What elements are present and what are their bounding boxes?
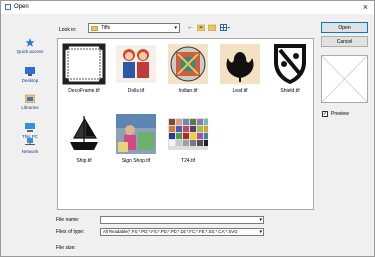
preview-label: Preview <box>331 111 349 117</box>
filename-input[interactable]: ▾ <box>100 216 264 224</box>
shield-thumbnail <box>274 44 306 84</box>
place-quick-access[interactable]: Quick access <box>9 38 51 62</box>
network-icon <box>25 138 35 145</box>
filetype-label: Files of type: <box>56 229 85 235</box>
open-button[interactable]: Open <box>321 22 368 33</box>
file-item-ship[interactable]: Ship.tif <box>58 112 110 172</box>
folder-icon <box>91 26 98 31</box>
chevron-down-icon[interactable]: ▾ <box>259 229 262 235</box>
chevron-down-icon[interactable]: ▾ <box>174 25 177 31</box>
place-network[interactable]: Network <box>9 138 51 162</box>
star-icon <box>25 38 35 47</box>
file-name: T24.tif <box>181 158 195 164</box>
decoframe-thumbnail <box>62 43 106 85</box>
file-item-sign-shop[interactable]: Sign Shop.tif <box>110 112 162 172</box>
filetype-select[interactable]: All Readable(*.FS;*.PD;*.FS;*.PD;*.PD;*.… <box>100 228 264 236</box>
filename-label: File name: <box>56 217 80 223</box>
filetype-value: All Readable(*.FS;*.PD;*.FS;*.PD;*.PD;*.… <box>103 229 238 234</box>
open-dialog: Open × Look in: Tiffs ▾ ← Quick access D… <box>0 0 375 257</box>
places-bar: Quick access Desktop Libraries This PC N… <box>9 38 51 238</box>
desktop-icon <box>25 67 35 76</box>
file-item-decoframe[interactable]: DecoFrame.tif <box>58 42 110 102</box>
libraries-icon <box>25 94 35 103</box>
file-item-indian[interactable]: Indian.tif <box>162 42 214 102</box>
up-folder-icon[interactable] <box>197 24 205 31</box>
sign-shop-thumbnail <box>116 114 156 154</box>
lookin-value: Tiffs <box>101 25 111 31</box>
computer-icon <box>25 123 35 132</box>
file-name: Dolls.tif <box>127 88 145 94</box>
file-item-shield[interactable]: Shield.tif <box>264 42 316 102</box>
file-name: Indian.tif <box>178 88 198 94</box>
file-item-leaf[interactable]: Leaf.tif <box>214 42 266 102</box>
preview-pane <box>321 55 368 103</box>
place-label: Desktop <box>21 78 39 83</box>
file-name: DecoFrame.tif <box>68 88 100 94</box>
app-icon <box>5 4 11 10</box>
file-item-dolls[interactable]: Dolls.tif <box>110 42 162 102</box>
lookin-combo[interactable]: Tiffs ▾ <box>88 23 180 33</box>
indian-thumbnail <box>168 44 208 84</box>
lookin-label: Look in: <box>59 27 77 33</box>
ship-thumbnail <box>64 114 104 154</box>
back-icon[interactable]: ← <box>187 24 194 32</box>
place-label: Network <box>21 149 39 154</box>
leaf-thumbnail <box>220 44 260 84</box>
dolls-thumbnail <box>116 45 156 83</box>
file-list[interactable]: DecoFrame.tif Dolls.tif Indian.tif Leaf.… <box>57 38 314 210</box>
file-name: Shield.tif <box>280 88 300 94</box>
place-label: Libraries <box>21 105 39 110</box>
file-name: Leaf.tif <box>232 88 248 94</box>
file-item-t24[interactable]: T24.tif <box>162 112 214 172</box>
t24-thumbnail <box>168 118 208 150</box>
new-folder-icon[interactable] <box>208 24 216 31</box>
file-name: Sign Shop.tif <box>121 158 151 164</box>
filesize-label: File size: <box>56 245 76 251</box>
window-title: Open <box>14 4 29 10</box>
chevron-down-icon[interactable]: ▾ <box>259 217 262 223</box>
cancel-button[interactable]: Cancel <box>321 36 368 47</box>
view-menu-icon[interactable] <box>220 24 230 31</box>
preview-checkbox[interactable]: ✓ <box>322 111 328 117</box>
place-desktop[interactable]: Desktop <box>9 67 51 91</box>
close-icon[interactable]: × <box>363 2 368 12</box>
place-label: Quick access <box>16 49 44 54</box>
place-libraries[interactable]: Libraries <box>9 94 51 118</box>
title-bar[interactable]: Open × <box>1 1 374 14</box>
file-name: Ship.tif <box>76 158 92 164</box>
